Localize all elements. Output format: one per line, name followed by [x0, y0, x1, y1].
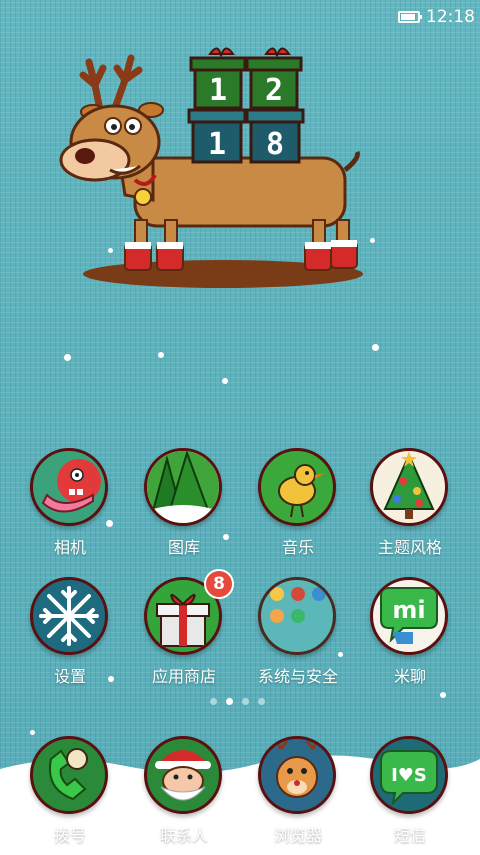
page-dot[interactable]	[258, 698, 265, 705]
app-music[interactable]: 音乐	[238, 448, 358, 558]
app-label: 相机	[53, 538, 86, 557]
battery-icon	[398, 11, 422, 23]
app-label: 主题风格	[377, 538, 442, 557]
app-label: 系统与安全	[257, 667, 338, 686]
app-settings[interactable]: 设置	[10, 577, 130, 687]
update-count-badge: 8	[204, 569, 234, 599]
dock-label: 短信	[393, 826, 426, 845]
app-label: 音乐	[281, 538, 314, 557]
dock-phone[interactable]: 拨号	[10, 736, 130, 846]
messages-logo-text: I♥S	[391, 765, 427, 786]
dock-label: 拨号	[53, 826, 86, 845]
app-folder-system-security[interactable]: 系统与安全	[238, 577, 358, 687]
app-miliao[interactable]: mi 米聊	[350, 577, 470, 687]
app-label: 图库	[167, 538, 200, 557]
status-bar: 12:18	[0, 0, 480, 36]
app-store[interactable]: 8 应用商店	[124, 569, 244, 687]
messages-icon: I♥S	[370, 736, 448, 814]
dock-label: 浏览器	[273, 826, 322, 845]
calendar-digit-2: 2	[265, 73, 283, 108]
gallery-icon	[144, 448, 222, 526]
app-themes[interactable]: 主题风格	[350, 448, 470, 558]
page-dot[interactable]	[226, 698, 233, 705]
camera-icon	[30, 448, 108, 526]
calendar-digit-4: 8	[266, 127, 284, 162]
dock-contacts[interactable]: 联系人	[124, 736, 244, 846]
app-label: 设置	[53, 667, 86, 686]
dock-label: 联系人	[159, 826, 208, 845]
settings-icon	[30, 577, 108, 655]
miliao-icon: mi	[370, 577, 448, 655]
app-label: 米聊	[393, 667, 426, 686]
themes-icon	[370, 448, 448, 526]
status-clock: 12:18	[426, 7, 475, 27]
page-dot[interactable]	[242, 698, 249, 705]
contacts-icon	[144, 736, 222, 814]
dock-messages[interactable]: I♥S 短信	[350, 736, 470, 846]
system-security-folder-icon	[258, 577, 336, 655]
phone-icon	[30, 736, 108, 814]
browser-icon	[258, 736, 336, 814]
music-icon	[258, 448, 336, 526]
page-dot[interactable]	[210, 698, 217, 705]
calendar-digit-3: 1	[208, 127, 226, 162]
app-label: 应用商店	[151, 667, 216, 686]
app-gallery[interactable]: 图库	[124, 448, 244, 558]
reindeer-calendar-widget[interactable]: 1 2 1 8	[55, 40, 395, 304]
calendar-digit-1: 1	[209, 73, 227, 108]
app-camera[interactable]: 相机	[10, 448, 130, 558]
dock-browser[interactable]: 浏览器	[238, 736, 358, 846]
miliao-logo-text: mi	[392, 596, 425, 624]
